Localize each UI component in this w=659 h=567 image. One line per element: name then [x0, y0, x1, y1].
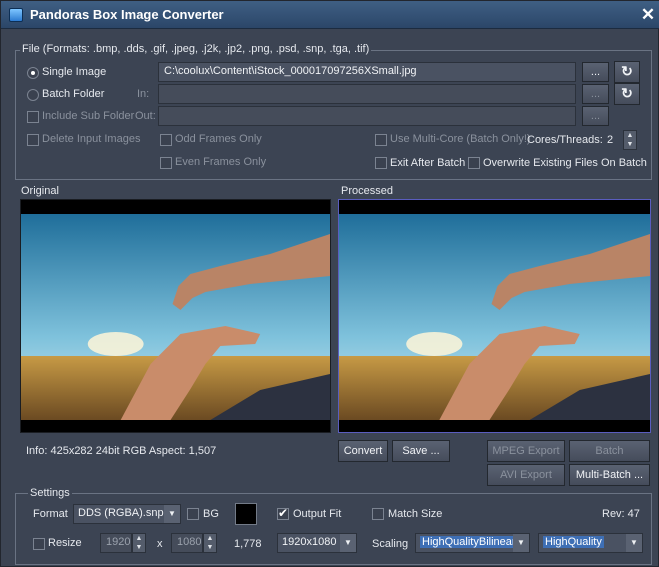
even-frames-checkbox[interactable]: [160, 157, 172, 169]
resize-label: Resize: [48, 537, 82, 549]
spin-up-icon[interactable]: ▲: [133, 534, 145, 543]
original-preview: [20, 199, 331, 433]
browse-single-button[interactable]: ...: [582, 62, 609, 82]
even-frames-label: Even Frames Only: [175, 156, 267, 168]
resolution-select[interactable]: 1920x1080 ▼: [277, 533, 357, 553]
resolution-value: 1920x1080: [282, 536, 337, 548]
processed-image: [339, 214, 650, 420]
mpeg-export-button[interactable]: MPEG Export: [487, 440, 565, 462]
width-spinner[interactable]: ▲ ▼: [132, 533, 146, 553]
include-sub-folder-checkbox[interactable]: [27, 111, 39, 123]
overwrite-checkbox[interactable]: [468, 157, 480, 169]
delete-input-images-checkbox[interactable]: [27, 134, 39, 146]
cores-threads-label: Cores/Threads:: [527, 134, 603, 146]
spin-up-icon[interactable]: ▲: [204, 534, 216, 543]
info-text: Info: 425x282 24bit RGB Aspect: 1,507: [26, 445, 217, 457]
bg-label: BG: [203, 508, 219, 520]
convert-button[interactable]: Convert: [338, 440, 388, 462]
multicore-checkbox[interactable]: [375, 134, 387, 146]
refresh-batch-icon[interactable]: ↻: [614, 83, 640, 105]
bg-checkbox[interactable]: [187, 508, 199, 520]
rev-text: Rev: 47: [602, 508, 640, 520]
bg-color-swatch[interactable]: [235, 503, 257, 525]
refresh-icon[interactable]: ↻: [614, 61, 640, 83]
settings-group-label: Settings: [28, 487, 72, 499]
height-spinner[interactable]: ▲ ▼: [203, 533, 217, 553]
format-value: DDS (RGBA).snp: [78, 507, 164, 519]
cores-threads-spinner[interactable]: ▲ ▼: [623, 130, 637, 150]
scaling-value: HighQualityBilinear: [420, 536, 518, 548]
odd-frames-checkbox[interactable]: [160, 134, 172, 146]
converter-window: Pandoras Box Image Converter ✕ File (For…: [0, 0, 659, 567]
original-image: [21, 214, 330, 420]
resize-checkbox[interactable]: [33, 538, 45, 550]
width-input[interactable]: 1920: [100, 533, 132, 553]
batch-folder-radio[interactable]: [27, 89, 39, 101]
output-fit-checkbox[interactable]: [277, 506, 289, 520]
quality-value: HighQuality: [543, 536, 604, 548]
times-label: x: [157, 538, 163, 550]
out-label: Out:: [135, 110, 156, 122]
browse-out-button[interactable]: ...: [582, 106, 609, 126]
processed-label: Processed: [341, 185, 393, 197]
title-bar[interactable]: Pandoras Box Image Converter ✕: [1, 1, 659, 29]
single-image-label: Single Image: [42, 66, 107, 78]
spin-down-icon[interactable]: ▼: [624, 140, 636, 149]
batch-input-path[interactable]: [158, 84, 576, 104]
scaling-select[interactable]: HighQualityBilinear ▼: [415, 533, 530, 553]
match-size-label: Match Size: [388, 508, 443, 520]
spin-up-icon[interactable]: ▲: [624, 131, 636, 140]
exit-after-batch-label: Exit After Batch: [390, 157, 466, 169]
window-title: Pandoras Box Image Converter: [30, 7, 224, 22]
exit-after-batch-checkbox[interactable]: [375, 157, 387, 169]
batch-output-path[interactable]: [158, 106, 576, 126]
chevron-down-icon[interactable]: ▼: [626, 534, 642, 552]
match-size-checkbox[interactable]: [372, 508, 384, 520]
browse-in-button[interactable]: ...: [582, 84, 609, 104]
batch-button[interactable]: Batch: [569, 440, 650, 462]
chevron-down-icon[interactable]: ▼: [513, 534, 529, 552]
format-select[interactable]: DDS (RGBA).snp ▼: [73, 504, 181, 524]
overwrite-label: Overwrite Existing Files On Batch: [483, 157, 647, 169]
format-label: Format: [33, 508, 68, 520]
height-input[interactable]: 1080: [171, 533, 203, 553]
spin-down-icon[interactable]: ▼: [133, 543, 145, 552]
file-group-label: File (Formats: .bmp, .dds, .gif, .jpeg, …: [20, 43, 372, 55]
delete-input-images-label: Delete Input Images: [42, 133, 141, 145]
original-label: Original: [21, 185, 59, 197]
processed-preview: [338, 199, 651, 433]
include-sub-folder-label: Include Sub Folder: [42, 110, 135, 122]
multicore-label: Use Multi-Core (Batch Only!): [390, 133, 531, 145]
app-icon: [9, 8, 23, 22]
quality-select[interactable]: HighQuality ▼: [538, 533, 643, 553]
close-icon[interactable]: ✕: [639, 6, 657, 24]
chevron-down-icon[interactable]: ▼: [340, 534, 356, 552]
in-label: In:: [137, 88, 150, 100]
single-image-radio[interactable]: [27, 67, 39, 79]
output-fit-label: Output Fit: [293, 508, 342, 520]
avi-export-button[interactable]: AVI Export: [487, 464, 565, 486]
odd-frames-label: Odd Frames Only: [175, 133, 262, 145]
chevron-down-icon[interactable]: ▼: [164, 505, 180, 523]
single-image-path[interactable]: C:\coolux\Content\iStock_000017097256XSm…: [158, 62, 576, 82]
multi-batch-button[interactable]: Multi-Batch ...: [569, 464, 650, 486]
save-button[interactable]: Save ...: [392, 440, 450, 462]
spin-down-icon[interactable]: ▼: [204, 543, 216, 552]
cores-threads-value[interactable]: 2: [607, 134, 613, 146]
scaling-label: Scaling: [372, 538, 409, 550]
batch-folder-label: Batch Folder: [42, 88, 105, 100]
aspect-value: 1,778: [234, 538, 262, 550]
